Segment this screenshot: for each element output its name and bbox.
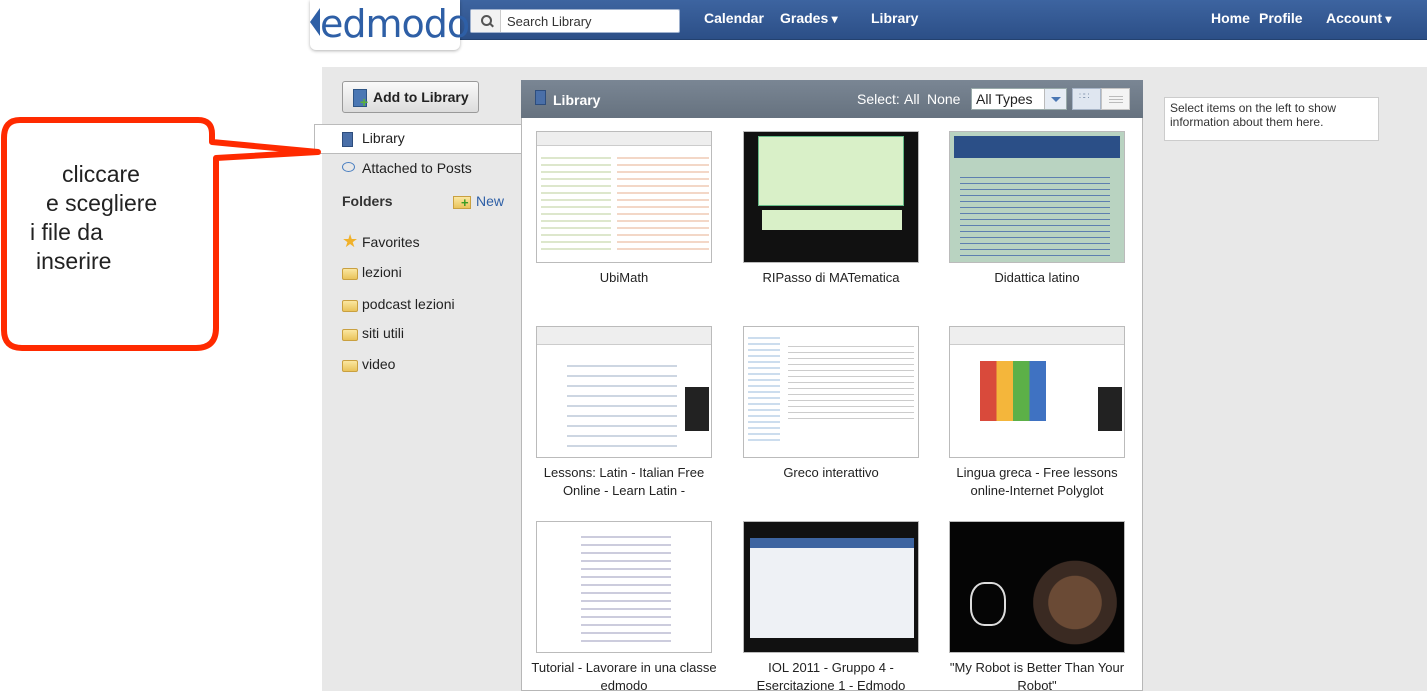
- search-box[interactable]: [470, 9, 680, 33]
- thumbnail: [536, 131, 712, 263]
- thumbnail: [949, 326, 1125, 458]
- grid-view-button[interactable]: [1072, 88, 1101, 110]
- library-title: Library: [553, 92, 601, 108]
- book-icon: [342, 132, 353, 147]
- thumbnail: [743, 131, 919, 263]
- folders-heading: Folders: [342, 193, 393, 209]
- new-folder-icon: [453, 195, 471, 210]
- thumbnail: [743, 521, 919, 653]
- select-none-link[interactable]: None: [927, 91, 960, 107]
- logo-chevron-icon: [310, 8, 320, 36]
- select-label: Select:: [857, 91, 900, 107]
- speech-bubble-icon: [342, 162, 355, 172]
- nav-account-menu[interactable]: Account: [1326, 10, 1391, 26]
- chevron-down-icon: [1044, 89, 1066, 109]
- folder-icon: [342, 300, 358, 312]
- nav-library[interactable]: Library: [871, 10, 918, 26]
- search-input[interactable]: [507, 12, 677, 30]
- page: edmodo Calendar Grades Library Home Prof…: [0, 0, 1427, 691]
- select-all-link[interactable]: All: [904, 91, 920, 107]
- info-box: Select items on the left to show informa…: [1164, 97, 1379, 141]
- star-icon: ★: [342, 231, 359, 251]
- book-icon: [535, 90, 546, 105]
- folder-icon: [342, 268, 358, 280]
- thumbnail: [743, 326, 919, 458]
- search-icon: [471, 10, 501, 32]
- thumbnail: [536, 326, 712, 458]
- callout-text: cliccare e scegliere i file da inserire: [30, 161, 158, 274]
- thumbnail: [949, 131, 1125, 263]
- folder-icon: [342, 329, 358, 341]
- nav-home[interactable]: Home: [1211, 10, 1250, 26]
- nav-calendar[interactable]: Calendar: [704, 10, 764, 26]
- thumbnail: [536, 521, 712, 653]
- nav-profile[interactable]: Profile: [1259, 10, 1303, 26]
- edmodo-logo[interactable]: edmodo: [310, 0, 470, 50]
- library-header: Library Select: All None All Types: [521, 80, 1143, 118]
- folder-icon: [342, 360, 358, 372]
- add-book-icon: [353, 89, 368, 110]
- thumbnail: [949, 521, 1125, 653]
- add-to-library-button[interactable]: Add to Library: [342, 81, 479, 113]
- list-view-button[interactable]: [1101, 88, 1130, 110]
- nav-grades-menu[interactable]: Grades: [780, 10, 838, 26]
- type-filter-select[interactable]: All Types: [971, 88, 1067, 110]
